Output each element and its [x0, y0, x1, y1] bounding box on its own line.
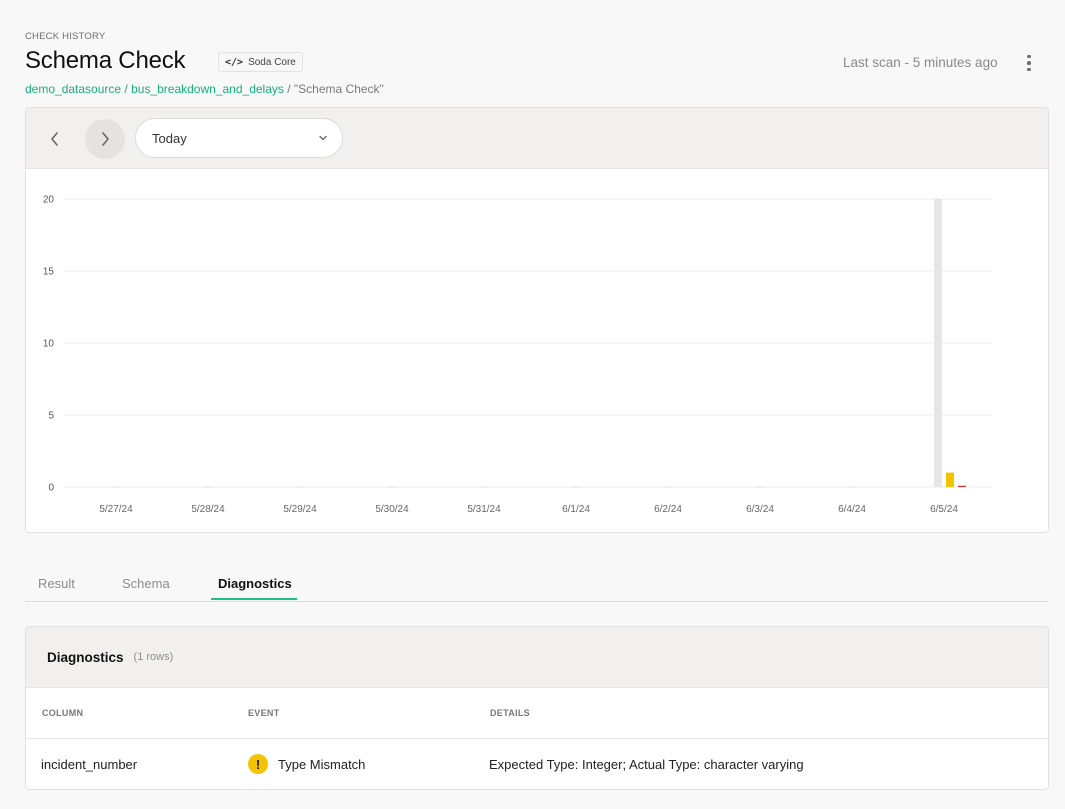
- cell-event: Type Mismatch: [278, 757, 366, 772]
- page-eyebrow: CHECK HISTORY: [25, 31, 106, 42]
- breadcrumb-check: "Schema Check": [293, 82, 384, 96]
- check-history-card: Today 0 5 10 15 20 5/27/24 5/28/24 5/29/24 5/30/…: [25, 107, 1049, 533]
- warning-icon: !: [248, 754, 268, 774]
- column-header-details: DETAILS: [490, 708, 530, 718]
- date-range-value: Today: [152, 130, 187, 146]
- soda-core-badge: </> Soda Core: [218, 52, 303, 72]
- last-scan-text: Last scan - 5 minutes ago: [843, 55, 998, 70]
- date-range-select[interactable]: Today: [135, 118, 343, 158]
- chart-svg: 0 5 10 15 20 5/27/24 5/28/24 5/29/24 5/30/24 5/31…: [43, 195, 992, 515]
- y-tick-label: 10: [43, 339, 55, 350]
- table-header: COLUMN EVENT DETAILS: [26, 688, 1048, 739]
- x-tick-label: 6/2/24: [654, 504, 682, 515]
- diagnostics-header: Diagnostics (1 rows): [26, 627, 1048, 688]
- y-tick-label: 5: [48, 411, 54, 422]
- chevron-down-icon: [319, 135, 327, 141]
- chart-bar: [946, 472, 954, 487]
- more-options-button[interactable]: [1019, 52, 1039, 74]
- x-tick-label: 5/30/24: [375, 504, 409, 515]
- chevron-right-icon: [102, 132, 109, 146]
- page-title: Schema Check: [25, 47, 186, 74]
- tab-bar: Result Schema Diagnostics: [25, 570, 1049, 602]
- tab-diagnostics[interactable]: Diagnostics: [211, 576, 299, 591]
- x-tick-label: 5/27/24: [99, 504, 133, 515]
- breadcrumb-separator: /: [283, 82, 294, 96]
- kebab-dot: [1027, 67, 1031, 72]
- y-tick-label: 20: [43, 195, 55, 206]
- kebab-dot: [1027, 61, 1031, 65]
- y-tick-label: 0: [48, 483, 54, 494]
- badge-label: Soda Core: [248, 56, 296, 68]
- tab-schema[interactable]: Schema: [115, 576, 177, 591]
- cell-details: Expected Type: Integer; Actual Type: cha…: [489, 757, 804, 772]
- next-period-button[interactable]: [85, 119, 125, 159]
- x-tick-label: 5/31/24: [467, 504, 501, 515]
- table-row: incident_number ! Type Mismatch Expected…: [26, 739, 1048, 789]
- code-icon: </>: [225, 56, 244, 68]
- x-tick-label: 5/29/24: [283, 504, 317, 515]
- diagnostics-title: Diagnostics: [47, 649, 124, 665]
- chart-bar: [934, 199, 942, 487]
- check-history-chart: 0 5 10 15 20 5/27/24 5/28/24 5/29/24 5/30/24 5/31…: [26, 169, 1048, 532]
- previous-period-button[interactable]: [35, 119, 75, 159]
- tab-result[interactable]: Result: [31, 576, 82, 591]
- x-tick-label: 6/5/24: [930, 504, 958, 515]
- active-tab-indicator: [211, 598, 297, 600]
- y-tick-label: 15: [43, 267, 55, 278]
- breadcrumb-separator: /: [121, 82, 132, 96]
- x-tick-label: 6/3/24: [746, 504, 774, 515]
- x-tick-label: 5/28/24: [191, 504, 225, 515]
- diagnostics-card: Diagnostics (1 rows) COLUMN EVENT DETAIL…: [25, 626, 1049, 790]
- chart-toolbar: Today: [26, 108, 1048, 169]
- diagnostics-row-count: (1 rows): [133, 651, 174, 663]
- chevron-left-icon: [51, 132, 58, 146]
- column-header-column: COLUMN: [42, 708, 84, 718]
- x-tick-label: 6/1/24: [562, 504, 590, 515]
- x-tick-label: 6/4/24: [838, 504, 866, 515]
- column-header-event: EVENT: [248, 708, 280, 718]
- kebab-dot: [1027, 54, 1031, 59]
- breadcrumb: demo_datasource / bus_breakdown_and_dela…: [25, 82, 384, 96]
- breadcrumb-datasource[interactable]: demo_datasource: [25, 82, 121, 96]
- cell-column: incident_number: [41, 757, 138, 772]
- breadcrumb-dataset[interactable]: bus_breakdown_and_delays: [131, 82, 284, 96]
- chart-bar: [958, 485, 966, 487]
